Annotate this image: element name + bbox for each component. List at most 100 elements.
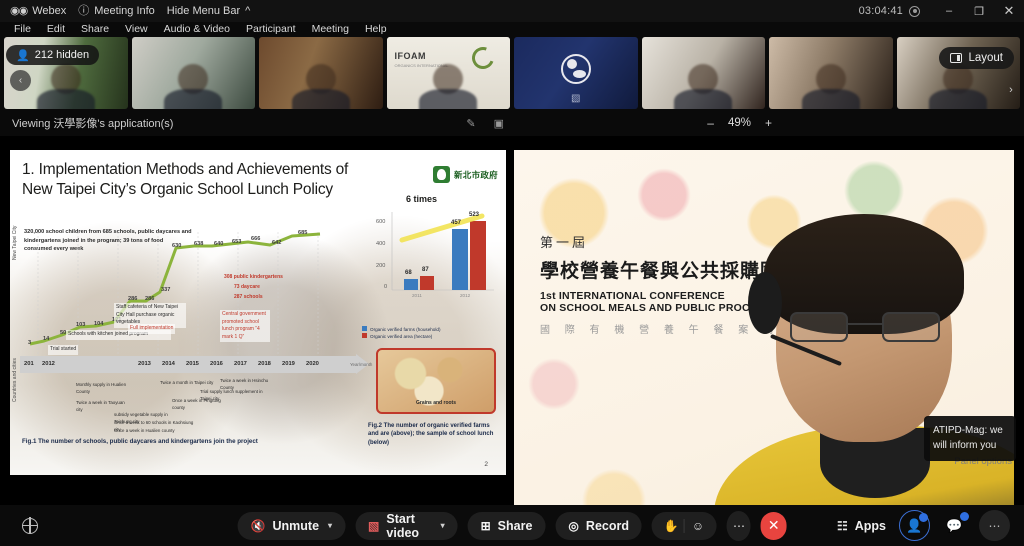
app-name-text: Webex	[32, 5, 67, 17]
active-speaker-video[interactable]: 第一屆 學校營養午餐與公共採購國際 1st INTERNATIONAL CONF…	[514, 150, 1014, 546]
participant-tile-2[interactable]	[131, 37, 255, 109]
avatar-body	[291, 89, 350, 109]
chat-notification-toast[interactable]: ATIPD-Mag: we will inform you	[924, 416, 1016, 461]
bar-ytick-400: 400	[376, 241, 386, 247]
chart1-ylabel: New Taipei City	[12, 225, 18, 260]
minimize-button[interactable]: –	[934, 0, 964, 22]
zoom-level-label: 49%	[727, 117, 751, 129]
point-label-15: 642	[272, 240, 282, 246]
close-button[interactable]: ✕	[994, 0, 1024, 22]
year-label-2011: 201	[24, 361, 34, 367]
more-options-button[interactable]: ⋯	[726, 510, 751, 541]
menu-item-share[interactable]: Share	[73, 22, 117, 36]
bar-ytick-600: 600	[376, 219, 386, 225]
participant-tile-3[interactable]	[259, 37, 383, 109]
menu-item-audio-video[interactable]: Audio & Video	[156, 22, 238, 36]
application-menu-bar: File Edit Share View Audio & Video Parti…	[0, 22, 1024, 36]
legend-swatch-farms	[362, 326, 367, 331]
participant-tile-7[interactable]	[769, 37, 893, 109]
start-video-button[interactable]: ▧ Start video ▾	[355, 511, 458, 540]
menu-item-view[interactable]: View	[117, 22, 156, 36]
chat-button[interactable]: 💬	[939, 510, 970, 541]
point-label-7: 286	[128, 296, 138, 302]
menu-item-edit[interactable]: Edit	[39, 22, 73, 36]
camera-off-icon: ▧	[571, 93, 581, 104]
hand-icon[interactable]: ✋	[658, 519, 684, 533]
emoji-icon[interactable]: ☺	[685, 519, 711, 533]
avatar-body	[801, 89, 860, 109]
apps-icon: ☷	[836, 518, 848, 533]
line-chart-svg	[29, 232, 321, 360]
participant-tile-5[interactable]: ▧	[514, 37, 638, 109]
globe-icon[interactable]	[21, 517, 38, 534]
legend-item-area: Organic verified area (hectare)	[362, 333, 502, 340]
zoom-in-button[interactable]: +	[765, 116, 772, 130]
meeting-control-bar: 🔇 Unmute ▾ ▧ Start video ▾ ⊞ Share ◎ Rec…	[0, 505, 1024, 546]
fullscreen-icon[interactable]: ▣	[494, 117, 504, 130]
hide-menu-bar-button[interactable]: Hide Menu Bar ^	[165, 0, 261, 22]
primary-controls: 🔇 Unmute ▾ ▧ Start video ▾ ⊞ Share ◎ Rec…	[237, 510, 787, 541]
bar-label-457: 457	[451, 220, 462, 226]
bar-xtick-2011: 2011	[412, 293, 422, 298]
year-label-2018: 2018	[258, 361, 271, 367]
glasses	[790, 312, 940, 342]
layout-button[interactable]: Layout	[939, 47, 1014, 69]
meeting-info-button[interactable]: ⓘ Meeting Info	[76, 0, 165, 22]
menu-item-help[interactable]: Help	[357, 22, 395, 36]
bar-chart-legend: Organic verified farms (household) Organ…	[362, 326, 502, 341]
annotation-schools: 287 schools	[234, 294, 263, 300]
menu-item-meeting[interactable]: Meeting	[304, 22, 357, 36]
point-label-10: 630	[172, 243, 182, 249]
recording-indicator-icon[interactable]	[909, 5, 920, 17]
panel-options-button[interactable]: ⋯	[979, 510, 1010, 541]
reactions-group: ✋ ☺	[651, 511, 717, 540]
point-label-2011: 3	[28, 340, 32, 346]
menu-item-file[interactable]: File	[6, 22, 39, 36]
avatar-body	[36, 89, 95, 109]
glasses-bridge	[848, 323, 882, 325]
webex-meeting-window: ◉◉ Webex ⓘ Meeting Info Hide Menu Bar ^ …	[0, 0, 1024, 546]
point-label-16: 685	[298, 230, 308, 236]
filmstrip-next-button[interactable]: ›	[1004, 81, 1018, 99]
new-taipei-city-logo: 新北市政府	[432, 166, 498, 183]
record-button[interactable]: ◎ Record	[555, 511, 642, 540]
filmstrip-prev-button[interactable]: ‹	[10, 70, 31, 91]
unmute-button[interactable]: 🔇 Unmute ▾	[237, 511, 346, 540]
obs-logo-icon	[560, 53, 591, 84]
chart1-xlabel: Year/month	[350, 362, 373, 367]
meeting-info-label: Meeting Info	[94, 5, 155, 17]
year-label-2020: 2020	[306, 361, 319, 367]
note-once-pingtung: Once a week in Pingtung county	[172, 398, 221, 410]
chevron-down-icon[interactable]: ▾	[441, 521, 445, 530]
note-once-hualien: Once a week in Hualien county	[114, 428, 175, 433]
participant-tile-6[interactable]	[641, 37, 765, 109]
participants-badge	[919, 513, 928, 522]
menu-item-participant[interactable]: Participant	[238, 22, 304, 36]
annotate-icon[interactable]: ✎	[466, 117, 475, 130]
avatar-body	[674, 89, 733, 109]
apps-label: Apps	[854, 518, 886, 533]
apps-button[interactable]: ☷ Apps	[833, 519, 890, 533]
share-label: Share	[497, 518, 533, 533]
hidden-participants-badge[interactable]: 👤 212 hidden	[6, 45, 100, 65]
chevron-down-icon[interactable]: ▾	[328, 521, 332, 530]
zoom-controls: – 49% +	[707, 116, 1012, 130]
zoom-out-button[interactable]: –	[707, 116, 714, 130]
maximize-button[interactable]: ❐	[964, 0, 994, 22]
year-label-2015: 2015	[186, 361, 199, 367]
bar-label-68: 68	[405, 270, 412, 276]
slide-title-line1: 1. Implementation Methods and Achievemen…	[22, 161, 349, 178]
avatar-body	[929, 89, 988, 109]
schools-joined-line-chart	[20, 222, 350, 362]
point-label-5: 104	[94, 321, 104, 327]
point-label-13: 653	[232, 239, 242, 245]
bar-ytick-0: 0	[384, 284, 388, 290]
chart-gridlines	[37, 232, 319, 360]
year-label-2013: 2013	[138, 361, 151, 367]
participant-tile-4[interactable]: IFOAM ORGANICS INTERNATIONAL	[386, 37, 510, 109]
shared-slide[interactable]: 1. Implementation Methods and Achievemen…	[10, 150, 506, 475]
participants-button[interactable]: 👤	[899, 510, 930, 541]
callout-trial-started: Trial started	[48, 345, 79, 355]
share-button[interactable]: ⊞ Share	[467, 511, 546, 540]
leave-meeting-button[interactable]: ✕	[760, 511, 787, 540]
